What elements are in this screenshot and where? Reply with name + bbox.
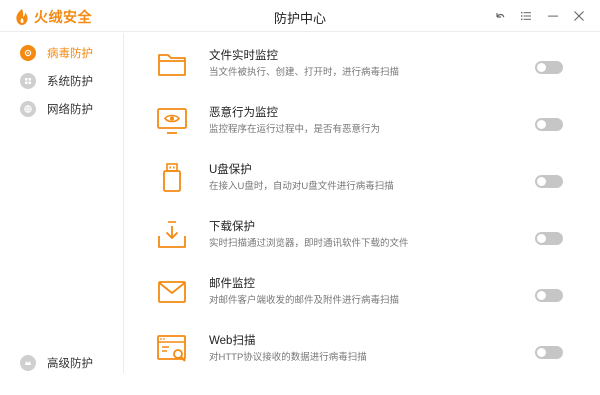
feature-title: Web扫描 (209, 335, 256, 347)
feature-row-usb-protection: U盘保护 在接入U盘时，自动对U盘文件进行病毒扫描 (155, 161, 575, 201)
system-shield-icon (20, 73, 36, 89)
usb-drive-icon (163, 163, 181, 192)
window-title: 防护中心 (273, 11, 326, 26)
mail-icon (158, 281, 186, 303)
sidebar-item-label: 网络防护 (47, 104, 93, 116)
feature-row-file-monitor: 文件实时监控 当文件被执行、创建、打开时，进行病毒扫描 (155, 47, 575, 87)
feature-title: U盘保护 (209, 164, 252, 176)
monitor-eye-icon (157, 108, 187, 134)
virus-shield-icon (20, 45, 36, 61)
feature-row-web-scan: Web扫描 对HTTP协议接收的数据进行病毒扫描 (155, 332, 575, 372)
network-shield-icon (20, 101, 36, 117)
web-scan-toggle[interactable] (535, 346, 563, 359)
feature-title: 邮件监控 (209, 278, 255, 290)
usb-protection-toggle[interactable] (535, 175, 563, 188)
sidebar-item-label: 系统防护 (47, 76, 93, 88)
close-icon (574, 11, 584, 21)
feature-description: 在接入U盘时，自动对U盘文件进行病毒扫描 (209, 181, 394, 192)
sidebar-item-advanced-protection[interactable]: 高级防护 (20, 353, 93, 373)
back-icon (496, 13, 505, 18)
feature-row-download-protection: 下载保护 实时扫描通过浏览器，即时通讯软件下载的文件 (155, 218, 575, 258)
folder-icon (158, 54, 186, 76)
sidebar-item-label: 高级防护 (47, 358, 93, 370)
feature-description: 对邮件客户端收发的邮件及附件进行病毒扫描 (209, 295, 400, 306)
feature-description: 当文件被执行、创建、打开时，进行病毒扫描 (209, 67, 400, 78)
web-scan-icon (157, 335, 186, 362)
download-tray-icon (158, 221, 186, 248)
sidebar: 病毒防护 系统防护 网络防护 高级防护 (0, 33, 124, 373)
toggle-knob (537, 120, 546, 129)
feature-description: 监控程序在运行过程中，是否有恶意行为 (209, 124, 381, 135)
toggle-knob (537, 63, 546, 72)
sidebar-item-system-protection[interactable]: 系统防护 (20, 71, 93, 91)
toggle-knob (537, 177, 546, 186)
feature-description: 实时扫描通过浏览器，即时通讯软件下载的文件 (209, 238, 409, 249)
mail-monitor-toggle[interactable] (535, 289, 563, 302)
sidebar-item-network-protection[interactable]: 网络防护 (20, 99, 93, 119)
feature-title: 文件实时监控 (209, 50, 278, 62)
feature-description: 对HTTP协议接收的数据进行病毒扫描 (209, 352, 367, 363)
advanced-shield-icon (20, 355, 36, 371)
feature-title: 下载保护 (209, 221, 255, 233)
toggle-knob (537, 348, 546, 357)
toggle-knob (537, 234, 546, 243)
back-button[interactable] (490, 6, 510, 26)
menu-icon (521, 12, 531, 20)
feature-row-behavior-monitor: 恶意行为监控 监控程序在运行过程中，是否有恶意行为 (155, 104, 575, 144)
sidebar-item-label: 病毒防护 (47, 48, 93, 60)
minimize-button[interactable] (543, 6, 563, 26)
minimize-icon (548, 15, 558, 17)
title-bar: 火绒安全 防护中心 (0, 0, 600, 32)
menu-button[interactable] (516, 6, 536, 26)
feature-row-mail-monitor: 邮件监控 对邮件客户端收发的邮件及附件进行病毒扫描 (155, 275, 575, 315)
close-button[interactable] (569, 6, 589, 26)
behavior-monitor-toggle[interactable] (535, 118, 563, 131)
sidebar-item-virus-protection[interactable]: 病毒防护 (20, 43, 93, 63)
file-monitor-toggle[interactable] (535, 61, 563, 74)
feature-title: 恶意行为监控 (209, 107, 278, 119)
download-protection-toggle[interactable] (535, 232, 563, 245)
toggle-knob (537, 291, 546, 300)
